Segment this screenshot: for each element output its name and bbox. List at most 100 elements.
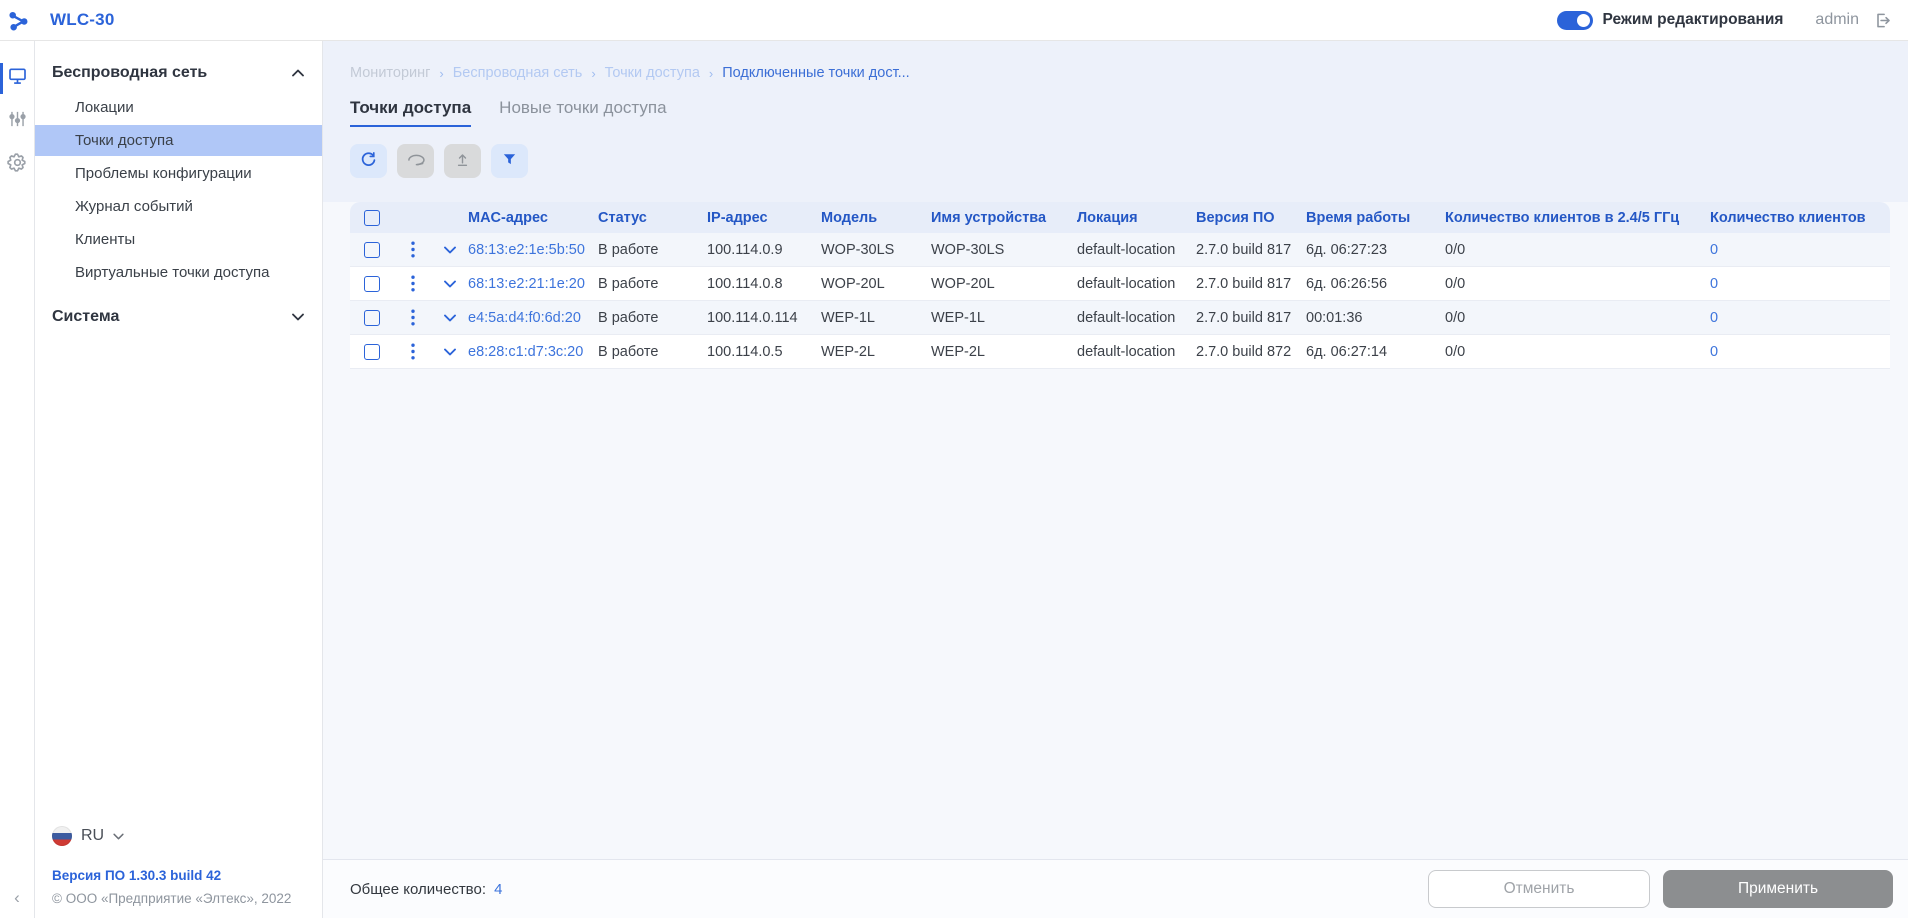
sidebar-item-event-log[interactable]: Журнал событий — [35, 191, 322, 222]
table-row: 68:13:e2:1e:5b:50 В работе 100.114.0.9 W… — [350, 233, 1890, 267]
breadcrumb-connected-aps: Подключенные точки дост... — [722, 65, 909, 81]
column-header-ip[interactable]: IP-адрес — [707, 210, 821, 226]
sidebar-collapse-chevron[interactable]: ‹ — [14, 888, 20, 908]
row-status: В работе — [598, 242, 707, 258]
row-fw-version: 2.7.0 build 817 — [1196, 242, 1306, 258]
sidebar-item-virtual-aps[interactable]: Виртуальные точки доступа — [35, 257, 322, 288]
upload-firmware-button[interactable] — [444, 144, 481, 178]
row-clients-bands: 0/0 — [1445, 242, 1710, 258]
row-clients-total-link[interactable]: 0 — [1710, 310, 1890, 326]
toolbar — [350, 144, 1890, 178]
table-row: 68:13:e2:21:1e:20 В работе 100.114.0.8 W… — [350, 267, 1890, 301]
sidebar-item-locations[interactable]: Локации — [35, 92, 322, 123]
rail-item-settings[interactable] — [0, 143, 35, 187]
row-actions-kebab-icon[interactable] — [411, 309, 415, 326]
logout-icon[interactable] — [1871, 10, 1892, 31]
disconnect-access-point-button[interactable] — [397, 144, 434, 178]
row-actions-kebab-icon[interactable] — [411, 343, 415, 360]
chevron-down-icon — [113, 827, 124, 845]
row-actions-kebab-icon[interactable] — [411, 241, 415, 258]
breadcrumb-wireless-network[interactable]: Беспроводная сеть — [453, 65, 583, 81]
row-checkbox[interactable] — [364, 344, 380, 360]
tab-access-points[interactable]: Точки доступа — [350, 98, 471, 127]
row-location: default-location — [1077, 344, 1196, 360]
column-header-clients-total[interactable]: Количество клиентов — [1710, 210, 1890, 226]
row-location: default-location — [1077, 242, 1196, 258]
filter-icon — [501, 151, 518, 171]
column-header-clients-bands[interactable]: Количество клиентов в 2.4/5 ГГц — [1445, 210, 1710, 226]
row-clients-bands: 0/0 — [1445, 276, 1710, 292]
refresh-button[interactable] — [350, 144, 387, 178]
row-clients-total-link[interactable]: 0 — [1710, 344, 1890, 360]
row-device-name: WOP-30LS — [931, 242, 1077, 258]
row-checkbox[interactable] — [364, 310, 380, 326]
chevron-up-icon — [292, 64, 304, 82]
tab-bar: Точки доступа Новые точки доступа — [350, 98, 1890, 127]
row-ip: 100.114.0.114 — [707, 310, 821, 326]
row-mac-link[interactable]: 68:13:e2:21:1e:20 — [468, 276, 598, 292]
breadcrumb-access-points[interactable]: Точки доступа — [605, 65, 700, 81]
column-header-model[interactable]: Модель — [821, 210, 931, 226]
tab-new-access-points[interactable]: Новые точки доступа — [499, 98, 666, 127]
row-mac-link[interactable]: e4:5a:d4:f0:6d:20 — [468, 310, 598, 326]
edit-mode-toggle[interactable] — [1557, 11, 1593, 30]
sidebar-section-wireless[interactable]: Беспроводная сеть — [35, 55, 322, 91]
row-location: default-location — [1077, 276, 1196, 292]
row-expand-chevron-icon[interactable] — [444, 314, 456, 322]
row-fw-version: 2.7.0 build 872 — [1196, 344, 1306, 360]
row-expand-chevron-icon[interactable] — [444, 280, 456, 288]
row-expand-chevron-icon[interactable] — [444, 348, 456, 356]
row-ip: 100.114.0.9 — [707, 242, 821, 258]
cancel-button[interactable]: Отменить — [1428, 870, 1650, 908]
monitor-icon — [7, 66, 28, 91]
section-label: Беспроводная сеть — [52, 64, 207, 82]
total-count: Общее количество: 4 — [350, 881, 503, 898]
row-clients-bands: 0/0 — [1445, 344, 1710, 360]
icon-rail: ‹ — [0, 41, 35, 918]
row-device-name: WEP-2L — [931, 344, 1077, 360]
row-device-name: WOP-20L — [931, 276, 1077, 292]
table-row: e4:5a:d4:f0:6d:20 В работе 100.114.0.114… — [350, 301, 1890, 335]
access-points-table: MAC-адрес Статус IP-адрес Модель Имя уст… — [323, 202, 1908, 369]
column-header-location[interactable]: Локация — [1077, 210, 1196, 226]
upload-icon — [454, 151, 471, 172]
row-status: В работе — [598, 344, 707, 360]
row-model: WEP-1L — [821, 310, 931, 326]
select-all-checkbox[interactable] — [364, 210, 380, 226]
sidebar-item-config-problems[interactable]: Проблемы конфигурации — [35, 158, 322, 189]
gear-icon — [7, 152, 28, 178]
row-mac-link[interactable]: 68:13:e2:1e:5b:50 — [468, 242, 598, 258]
column-header-mac[interactable]: MAC-адрес — [468, 210, 598, 226]
rail-item-configuration[interactable] — [0, 100, 35, 143]
row-model: WOP-20L — [821, 276, 931, 292]
row-device-name: WEP-1L — [931, 310, 1077, 326]
rail-item-monitoring[interactable] — [0, 57, 35, 100]
row-clients-total-link[interactable]: 0 — [1710, 242, 1890, 258]
sidebar-item-access-points[interactable]: Точки доступа — [35, 125, 322, 156]
column-header-uptime[interactable]: Время работы — [1306, 210, 1445, 226]
row-uptime: 6д. 06:27:23 — [1306, 242, 1445, 258]
row-checkbox[interactable] — [364, 242, 380, 258]
language-selector[interactable]: RU — [52, 826, 305, 846]
table-body: 68:13:e2:1e:5b:50 В работе 100.114.0.9 W… — [350, 233, 1890, 369]
firmware-version-link[interactable]: Версия ПО 1.30.3 build 42 — [52, 868, 305, 883]
row-mac-link[interactable]: e8:28:c1:d7:3c:20 — [468, 344, 598, 360]
sidebar-section-system[interactable]: Система — [35, 299, 322, 335]
breadcrumb: Мониторинг › Беспроводная сеть › Точки д… — [350, 65, 1890, 81]
app-title: WLC-30 — [50, 10, 114, 30]
sidebar-item-clients[interactable]: Клиенты — [35, 224, 322, 255]
row-checkbox[interactable] — [364, 276, 380, 292]
total-count-value: 4 — [494, 881, 502, 898]
column-header-fw-version[interactable]: Версия ПО — [1196, 210, 1306, 226]
filter-button[interactable] — [491, 144, 528, 178]
column-header-device-name[interactable]: Имя устройства — [931, 210, 1077, 226]
table-header: MAC-адрес Статус IP-адрес Модель Имя уст… — [350, 202, 1890, 233]
row-expand-chevron-icon[interactable] — [444, 246, 456, 254]
chevron-down-icon — [292, 308, 304, 326]
breadcrumb-separator: › — [439, 66, 443, 81]
apply-button[interactable]: Применить — [1663, 870, 1893, 908]
row-location: default-location — [1077, 310, 1196, 326]
column-header-status[interactable]: Статус — [598, 210, 707, 226]
row-actions-kebab-icon[interactable] — [411, 275, 415, 292]
row-clients-total-link[interactable]: 0 — [1710, 276, 1890, 292]
